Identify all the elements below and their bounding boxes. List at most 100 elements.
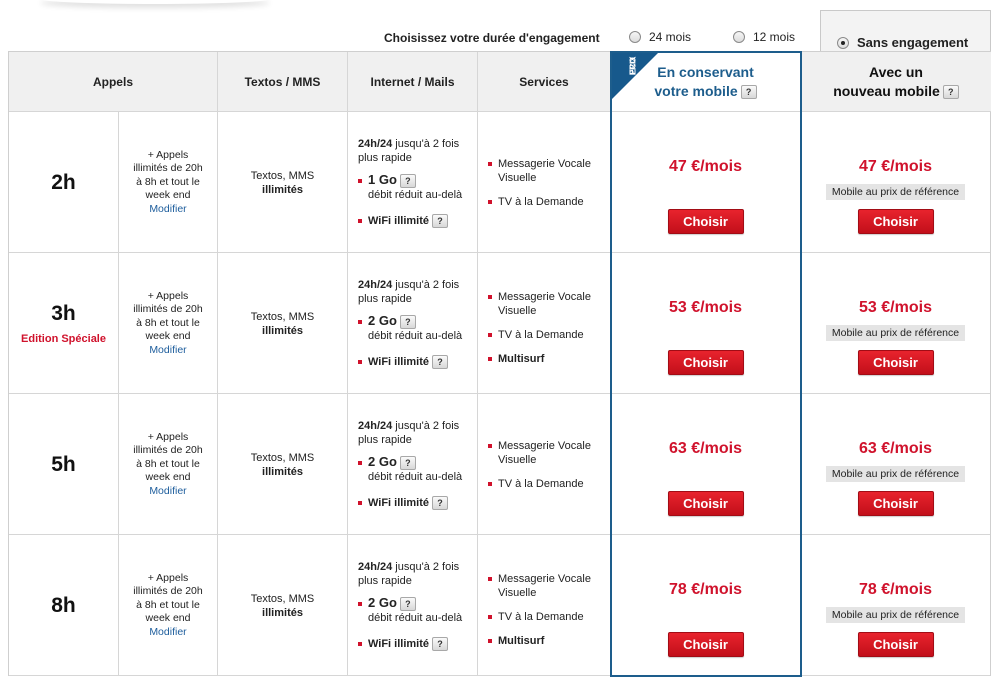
choisir-button[interactable]: Choisir <box>667 350 744 375</box>
choisir-button[interactable]: Choisir <box>667 209 744 234</box>
wifi-line: WiFi illimité? <box>358 354 477 369</box>
choisir-button[interactable]: Choisir <box>857 632 934 657</box>
bullet-icon <box>488 482 492 486</box>
help-icon[interactable]: ? <box>432 636 449 651</box>
appels-line: à 8h et tout le <box>136 175 200 188</box>
modifier-link[interactable]: Modifier <box>149 203 186 217</box>
modifier-link[interactable]: Modifier <box>149 344 186 358</box>
choisir-button[interactable]: Choisir <box>667 491 744 516</box>
textos-illimites: illimités <box>262 606 303 619</box>
radio-icon[interactable] <box>733 31 745 43</box>
service-label: TV à la Demande <box>498 196 584 208</box>
bullet-icon <box>358 641 362 646</box>
help-icon[interactable]: ? <box>942 84 959 99</box>
price-nouveau: 47 €/mois <box>859 158 932 175</box>
speed-text: 24h/24 jusqu'à 2 fois plus rapide <box>358 137 473 165</box>
offer-row: 2h + Appels illimités de 20h à 8h et tou… <box>9 112 990 253</box>
appels-line: week end <box>145 612 191 625</box>
conserve-price-cell: 63 €/mois Choisir <box>611 394 801 535</box>
offer-row: 5h + Appels illimités de 20h à 8h et tou… <box>9 394 990 535</box>
textos-cell: Textos, MMS illimités <box>218 253 348 394</box>
service-item: Messagerie Vocale Visuelle <box>488 572 610 600</box>
header-conserve-mobile: En conservant votre mobile? <box>611 52 801 112</box>
internet-cell: 24h/24 jusqu'à 2 fois plus rapide 2 Go? … <box>348 253 478 394</box>
service-label: Multisurf <box>498 353 545 365</box>
modifier-link[interactable]: Modifier <box>149 485 186 499</box>
radio-selected-icon[interactable] <box>837 36 849 49</box>
bullet-icon <box>358 359 362 364</box>
textos-illimites: illimités <box>262 183 303 196</box>
wifi-line: WiFi illimité? <box>358 636 477 651</box>
duration-cell: 5h <box>9 394 119 535</box>
speed-text: 24h/24 jusqu'à 2 fois plus rapide <box>358 560 473 588</box>
header-nouveau-mobile: Avec un nouveau mobile? <box>801 52 991 112</box>
wifi-label: WiFi illimité <box>368 496 430 509</box>
price-nouveau: 78 €/mois <box>859 581 932 598</box>
wifi-label: WiFi illimité <box>368 355 430 368</box>
service-label: Messagerie Vocale Visuelle <box>498 440 591 466</box>
debit-reduit: débit réduit au-delà <box>368 470 463 483</box>
help-icon[interactable]: ? <box>740 84 757 99</box>
help-icon[interactable]: ? <box>399 455 416 470</box>
choisir-button[interactable]: Choisir <box>857 491 934 516</box>
nouveau-title-line2: nouveau mobile <box>833 82 940 99</box>
bullet-icon <box>488 615 492 619</box>
price-nouveau: 53 €/mois <box>859 299 932 316</box>
help-icon[interactable]: ? <box>399 314 416 329</box>
data-allowance: 2 Go? <box>358 313 477 329</box>
reference-price-label: Mobile au prix de référence <box>825 607 966 623</box>
appels-line: illimités de 20h <box>133 303 203 316</box>
service-label: Multisurf <box>498 635 545 647</box>
choisir-button[interactable]: Choisir <box>667 632 744 657</box>
radio-icon[interactable] <box>629 31 641 43</box>
conserve-title-line2: votre mobile <box>654 82 738 99</box>
appels-line: + Appels <box>147 430 189 443</box>
help-icon[interactable]: ? <box>432 495 449 510</box>
offers-table: Appels Textos / MMS Internet / Mails Ser… <box>8 51 991 677</box>
choisir-button[interactable]: Choisir <box>857 209 934 234</box>
service-item: TV à la Demande <box>488 195 610 209</box>
reference-price-label: Mobile au prix de référence <box>825 184 966 200</box>
bullet-icon <box>358 178 362 183</box>
bullet-icon <box>488 295 492 299</box>
textos-cell: Textos, MMS illimités <box>218 112 348 253</box>
help-icon[interactable]: ? <box>399 596 416 611</box>
help-icon[interactable]: ? <box>432 354 449 369</box>
conserve-price-cell: 53 €/mois Choisir <box>611 253 801 394</box>
conserve-price-cell: 78 €/mois Choisir <box>611 535 801 676</box>
bullet-icon <box>488 162 492 166</box>
textos-cell: Textos, MMS illimités <box>218 535 348 676</box>
engagement-option-24-mois[interactable]: 24 mois <box>629 30 691 44</box>
textos-label: Textos, MMS <box>250 592 315 605</box>
duration-value: 2h <box>51 170 76 194</box>
textos-label: Textos, MMS <box>250 169 315 182</box>
engagement-option-12-mois[interactable]: 12 mois <box>733 30 795 44</box>
engagement-option-sans-engagement[interactable]: Sans engagement <box>820 10 991 54</box>
service-item: TV à la Demande <box>488 328 610 342</box>
price-conserve: 78 €/mois <box>669 581 742 598</box>
textos-illimites: illimités <box>262 324 303 337</box>
nouveau-price-cell: 78 €/mois Mobile au prix de référence Ch… <box>801 535 990 676</box>
speed-hours: 24h/24 <box>358 138 393 150</box>
appels-line: illimités de 20h <box>133 162 203 175</box>
wifi-line: WiFi illimité? <box>358 495 477 510</box>
choisir-button[interactable]: Choisir <box>857 350 934 375</box>
internet-cell: 24h/24 jusqu'à 2 fois plus rapide 1 Go? … <box>348 112 478 253</box>
wifi-label: WiFi illimité <box>368 637 430 650</box>
services-cell: Messagerie Vocale Visuelle TV à la Deman… <box>478 535 611 676</box>
appels-cell: + Appels illimités de 20h à 8h et tout l… <box>119 112 218 253</box>
help-icon[interactable]: ? <box>399 173 416 188</box>
bullet-icon <box>358 218 362 223</box>
bullet-icon <box>488 333 492 337</box>
textos-label: Textos, MMS <box>250 451 315 464</box>
data-allowance: 1 Go? <box>358 172 477 188</box>
wifi-label: WiFi illimité <box>368 214 430 227</box>
engagement-option-label: Sans engagement <box>857 35 969 50</box>
service-item: Messagerie Vocale Visuelle <box>488 157 610 185</box>
service-item: Messagerie Vocale Visuelle <box>488 439 610 467</box>
modifier-link[interactable]: Modifier <box>149 626 186 640</box>
service-item: TV à la Demande <box>488 610 610 624</box>
price-conserve: 47 €/mois <box>669 158 742 175</box>
help-icon[interactable]: ? <box>432 213 449 228</box>
wifi-line: WiFi illimité? <box>358 213 477 228</box>
